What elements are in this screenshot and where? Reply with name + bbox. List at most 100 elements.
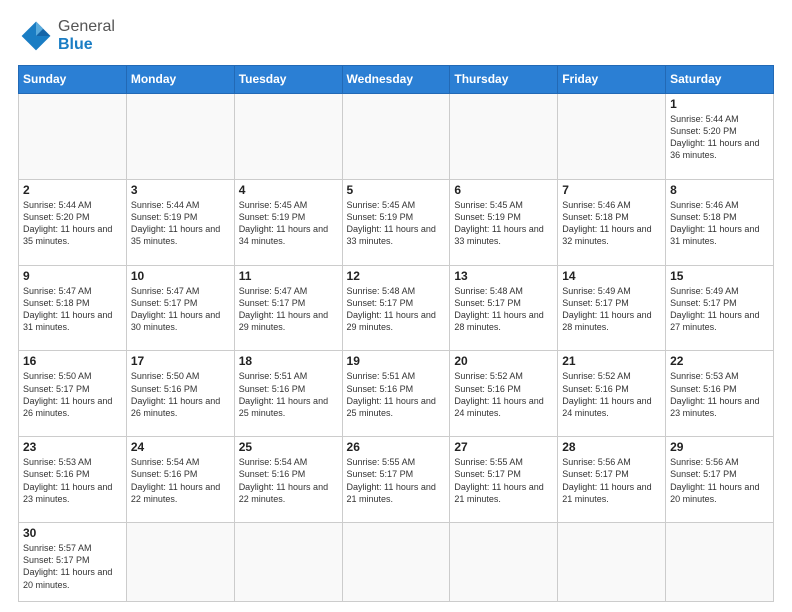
day-info: Sunrise: 5:49 AM Sunset: 5:17 PM Dayligh… [670,285,769,334]
calendar-cell: 10Sunrise: 5:47 AM Sunset: 5:17 PM Dayli… [126,265,234,351]
weekday-header-friday: Friday [558,65,666,93]
week-row-4: 16 Sunrise: 5:50 AM Sunset: 5:17 PM Dayli… [19,351,774,437]
day-info: Sunrise: 5:51 AM Sunset: 5:16 PM Dayligh… [239,370,338,419]
day-number: 13 [454,269,553,283]
calendar-cell: 13 Sunrise: 5:48 AM Sunset: 5:17 PM Dayli… [450,265,558,351]
day-info: Sunrise: 5:49 AM Sunset: 5:17 PM Dayligh… [562,285,661,334]
day-info: Sunrise: 5:44 AM Sunset: 5:20 PM Dayligh… [670,113,769,162]
day-number: 24 [131,440,230,454]
calendar: SundayMondayTuesdayWednesdayThursdayFrid… [18,65,774,602]
calendar-cell: 11 Sunrise: 5:47 AM Sunset: 5:17 PM Dayli… [234,265,342,351]
weekday-header-row: SundayMondayTuesdayWednesdayThursdayFrid… [19,65,774,93]
calendar-cell [558,93,666,179]
day-number: 7 [562,183,661,197]
day-info: Sunrise: 5:52 AM Sunset: 5:16 PM Dayligh… [562,370,661,419]
day-number: 15 [670,269,769,283]
calendar-cell: 6Sunrise: 5:45 AM Sunset: 5:19 PM Daylig… [450,179,558,265]
day-number: 23 [23,440,122,454]
day-info: Sunrise: 5:54 AM Sunset: 5:16 PM Dayligh… [239,456,338,505]
day-info: Sunrise: 5:45 AM Sunset: 5:19 PM Dayligh… [454,199,553,248]
calendar-cell: 27 Sunrise: 5:55 AM Sunset: 5:17 PM Dayli… [450,437,558,523]
week-row-3: 9Sunrise: 5:47 AM Sunset: 5:18 PM Daylig… [19,265,774,351]
calendar-cell: 24 Sunrise: 5:54 AM Sunset: 5:16 PM Dayli… [126,437,234,523]
day-number: 21 [562,354,661,368]
day-number: 3 [131,183,230,197]
calendar-cell: 20 Sunrise: 5:52 AM Sunset: 5:16 PM Dayli… [450,351,558,437]
day-info: Sunrise: 5:57 AM Sunset: 5:17 PM Dayligh… [23,542,122,591]
calendar-cell: 2Sunrise: 5:44 AM Sunset: 5:20 PM Daylig… [19,179,127,265]
day-info: Sunrise: 5:48 AM Sunset: 5:17 PM Dayligh… [454,285,553,334]
day-info: Sunrise: 5:46 AM Sunset: 5:18 PM Dayligh… [562,199,661,248]
calendar-cell: 21 Sunrise: 5:52 AM Sunset: 5:16 PM Dayli… [558,351,666,437]
calendar-cell [342,93,450,179]
day-number: 9 [23,269,122,283]
day-info: Sunrise: 5:47 AM Sunset: 5:17 PM Dayligh… [239,285,338,334]
day-info: Sunrise: 5:54 AM Sunset: 5:16 PM Dayligh… [131,456,230,505]
day-info: Sunrise: 5:46 AM Sunset: 5:18 PM Dayligh… [670,199,769,248]
logo-icon [18,18,54,54]
weekday-header-wednesday: Wednesday [342,65,450,93]
day-number: 4 [239,183,338,197]
day-number: 11 [239,269,338,283]
day-info: Sunrise: 5:55 AM Sunset: 5:17 PM Dayligh… [454,456,553,505]
day-number: 16 [23,354,122,368]
day-number: 26 [347,440,446,454]
calendar-cell: 17 Sunrise: 5:50 AM Sunset: 5:16 PM Dayli… [126,351,234,437]
weekday-header-sunday: Sunday [19,65,127,93]
calendar-cell: 29 Sunrise: 5:56 AM Sunset: 5:17 PM Dayli… [666,437,774,523]
day-info: Sunrise: 5:50 AM Sunset: 5:16 PM Dayligh… [131,370,230,419]
calendar-cell [666,523,774,602]
calendar-cell: 30Sunrise: 5:57 AM Sunset: 5:17 PM Dayli… [19,523,127,602]
logo-text: General Blue [58,18,115,55]
week-row-2: 2Sunrise: 5:44 AM Sunset: 5:20 PM Daylig… [19,179,774,265]
calendar-cell [234,523,342,602]
calendar-cell: 25Sunrise: 5:54 AM Sunset: 5:16 PM Dayli… [234,437,342,523]
calendar-cell [558,523,666,602]
day-info: Sunrise: 5:50 AM Sunset: 5:17 PM Dayligh… [23,370,122,419]
day-number: 29 [670,440,769,454]
day-number: 18 [239,354,338,368]
calendar-cell [450,523,558,602]
calendar-cell: 19Sunrise: 5:51 AM Sunset: 5:16 PM Dayli… [342,351,450,437]
calendar-cell [450,93,558,179]
calendar-cell: 9Sunrise: 5:47 AM Sunset: 5:18 PM Daylig… [19,265,127,351]
day-number: 27 [454,440,553,454]
calendar-cell [234,93,342,179]
weekday-header-saturday: Saturday [666,65,774,93]
day-number: 28 [562,440,661,454]
day-info: Sunrise: 5:56 AM Sunset: 5:17 PM Dayligh… [670,456,769,505]
day-info: Sunrise: 5:48 AM Sunset: 5:17 PM Dayligh… [347,285,446,334]
calendar-cell: 14Sunrise: 5:49 AM Sunset: 5:17 PM Dayli… [558,265,666,351]
calendar-cell: 12Sunrise: 5:48 AM Sunset: 5:17 PM Dayli… [342,265,450,351]
calendar-cell [126,523,234,602]
calendar-cell: 5 Sunrise: 5:45 AM Sunset: 5:19 PM Daylig… [342,179,450,265]
calendar-cell: 15 Sunrise: 5:49 AM Sunset: 5:17 PM Dayli… [666,265,774,351]
day-info: Sunrise: 5:56 AM Sunset: 5:17 PM Dayligh… [562,456,661,505]
calendar-cell [342,523,450,602]
week-row-6: 30Sunrise: 5:57 AM Sunset: 5:17 PM Dayli… [19,523,774,602]
day-number: 19 [347,354,446,368]
calendar-cell: 8 Sunrise: 5:46 AM Sunset: 5:18 PM Daylig… [666,179,774,265]
weekday-header-thursday: Thursday [450,65,558,93]
day-info: Sunrise: 5:47 AM Sunset: 5:17 PM Dayligh… [131,285,230,334]
page: General Blue SundayMondayTuesdayWednesda… [0,0,792,612]
calendar-cell: 16 Sunrise: 5:50 AM Sunset: 5:17 PM Dayli… [19,351,127,437]
day-info: Sunrise: 5:55 AM Sunset: 5:17 PM Dayligh… [347,456,446,505]
calendar-cell: 18 Sunrise: 5:51 AM Sunset: 5:16 PM Dayli… [234,351,342,437]
day-info: Sunrise: 5:45 AM Sunset: 5:19 PM Dayligh… [347,199,446,248]
week-row-5: 23 Sunrise: 5:53 AM Sunset: 5:16 PM Dayli… [19,437,774,523]
day-info: Sunrise: 5:52 AM Sunset: 5:16 PM Dayligh… [454,370,553,419]
day-info: Sunrise: 5:53 AM Sunset: 5:16 PM Dayligh… [23,456,122,505]
day-number: 5 [347,183,446,197]
calendar-cell: 1Sunrise: 5:44 AM Sunset: 5:20 PM Daylig… [666,93,774,179]
day-number: 22 [670,354,769,368]
day-number: 2 [23,183,122,197]
calendar-cell: 26 Sunrise: 5:55 AM Sunset: 5:17 PM Dayli… [342,437,450,523]
day-number: 17 [131,354,230,368]
week-row-1: 1Sunrise: 5:44 AM Sunset: 5:20 PM Daylig… [19,93,774,179]
day-number: 20 [454,354,553,368]
calendar-cell [126,93,234,179]
calendar-cell [19,93,127,179]
logo: General Blue [18,18,115,55]
day-number: 8 [670,183,769,197]
